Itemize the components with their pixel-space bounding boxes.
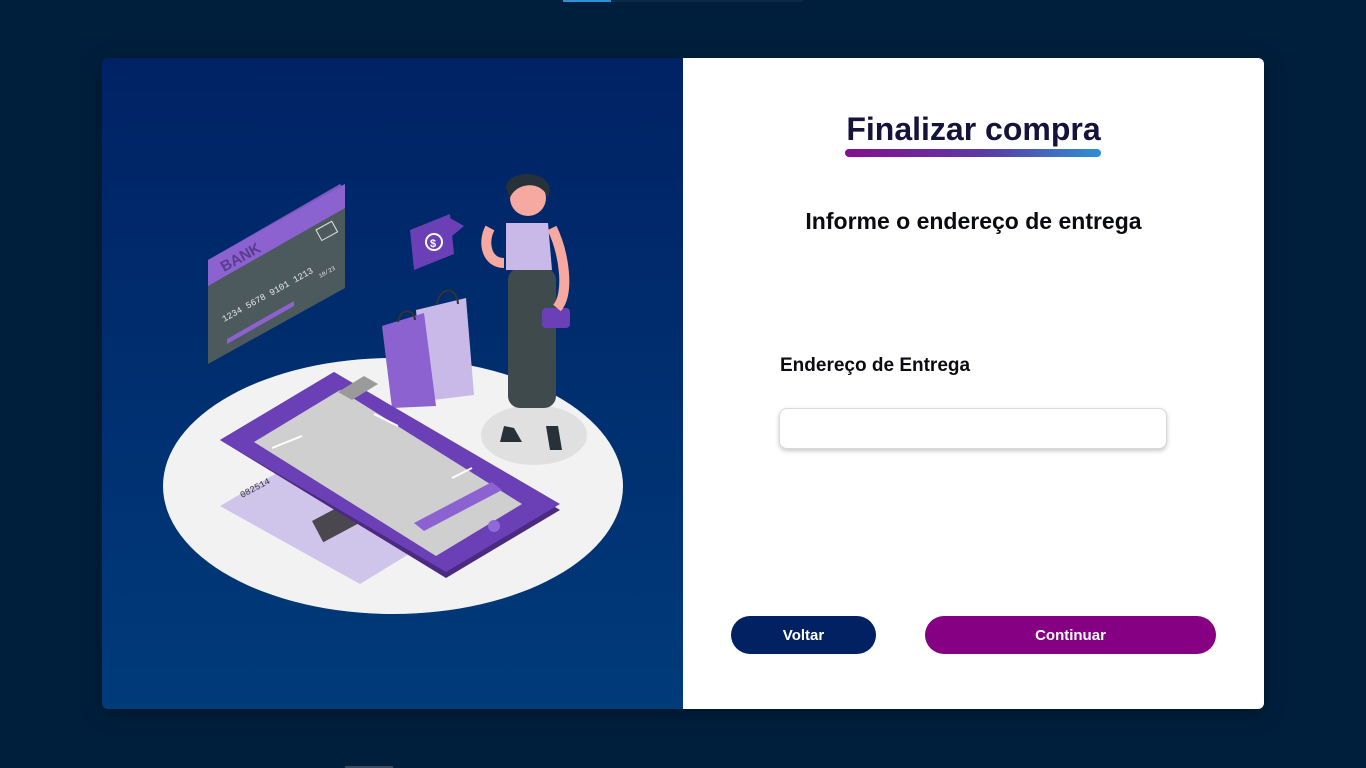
svg-text:$: $ [430, 238, 436, 250]
address-input[interactable] [779, 408, 1167, 449]
mobile-payment-illustration: BANK 1234 5678 9101 1213 10/23 $ 082514 [163, 174, 623, 614]
checkout-card: BANK 1234 5678 9101 1213 10/23 $ 082514 … [102, 58, 1264, 709]
illustration-panel: BANK 1234 5678 9101 1213 10/23 $ 082514 [102, 58, 683, 709]
continue-button[interactable]: Continuar [925, 616, 1216, 654]
payment-bubble-icon: $ [410, 214, 464, 270]
checkout-form-panel: Finalizar compra Informe o endereço de e… [683, 58, 1264, 709]
top-progress-active [563, 0, 611, 2]
top-progress-indicator [563, 0, 803, 2]
back-button[interactable]: Voltar [731, 616, 876, 654]
figure-shadow [481, 405, 587, 465]
page-title: Finalizar compra [846, 111, 1101, 147]
shopping-bags-icon [382, 289, 474, 408]
page-subtitle: Informe o endereço de entrega [805, 208, 1142, 234]
address-label: Endereço de Entrega [780, 355, 971, 376]
credit-card-icon: BANK 1234 5678 9101 1213 10/23 [208, 184, 345, 364]
title-underline [845, 149, 1101, 157]
